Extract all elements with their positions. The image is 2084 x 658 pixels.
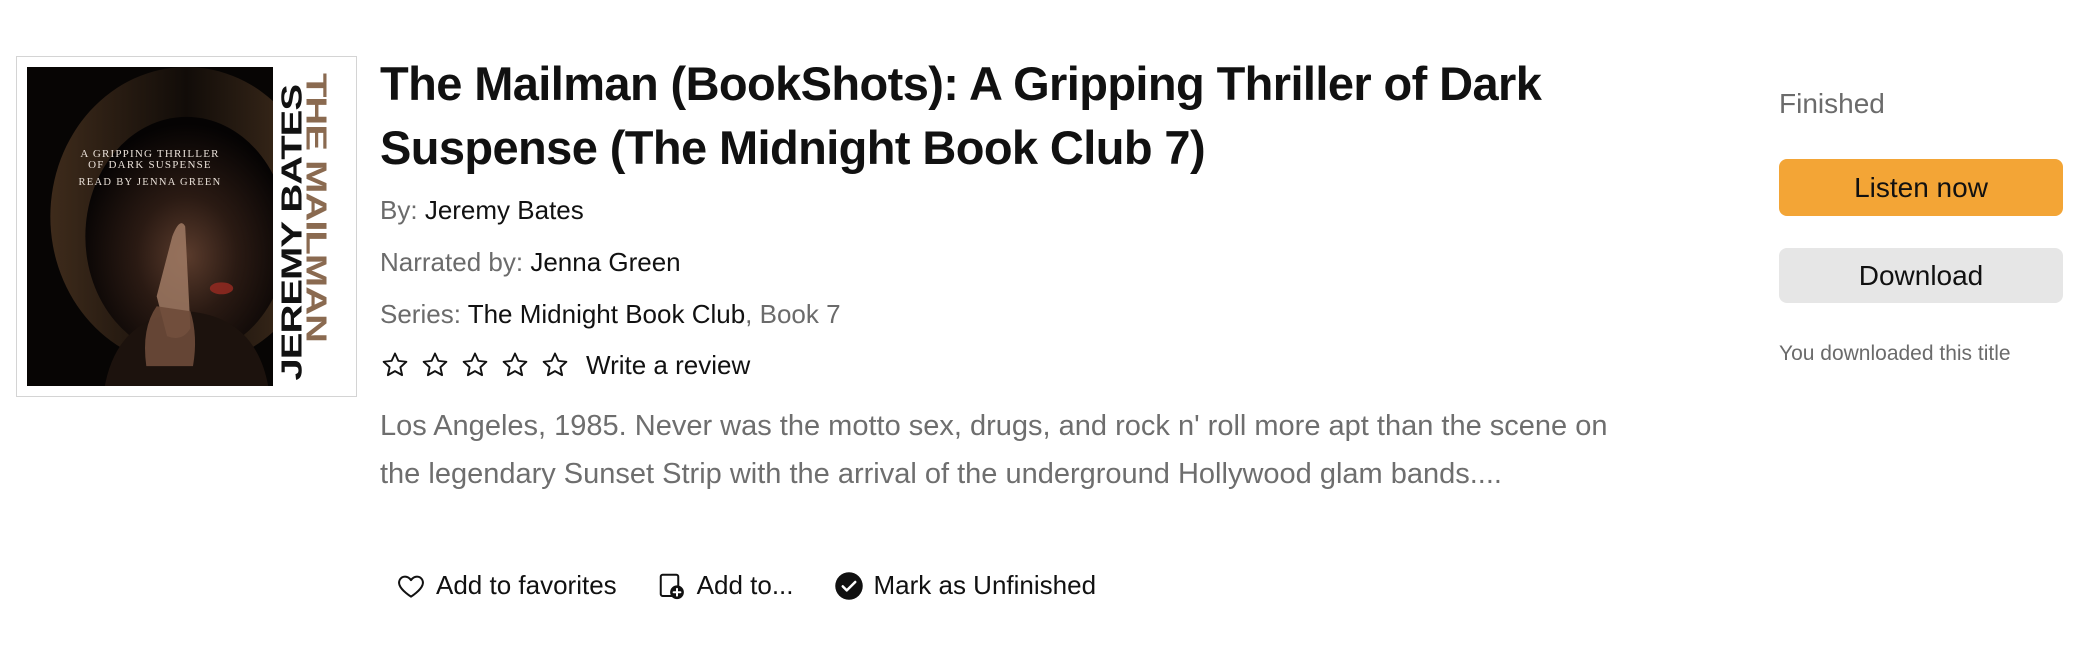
cover-vertical-author: Jeremy Bates [273, 85, 311, 380]
cover-image[interactable]: A Gripping Thriller of Dark Suspense Rea… [16, 56, 357, 397]
mark-as-unfinished-button[interactable]: Mark as Unfinished [834, 570, 1097, 601]
narrator-line: Narrated by: Jenna Green [380, 236, 1610, 288]
book-summary: Los Angeles, 1985. Never was the motto s… [380, 410, 1608, 490]
author-link[interactable]: Jeremy Bates [425, 195, 584, 225]
star-outline-icon[interactable] [460, 350, 490, 380]
series-line: Series: The Midnight Book Club, Book 7 [380, 288, 1610, 340]
add-to-favorites-button[interactable]: Add to favorites [396, 570, 617, 601]
heart-outline-icon [398, 575, 424, 598]
cover-tagline-line2: of Dark Suspense [88, 159, 212, 171]
star-outline-icon[interactable] [500, 350, 530, 380]
add-to-button[interactable]: Add to... [657, 570, 794, 601]
star-outline-icon[interactable] [420, 350, 450, 380]
add-to-favorites-label: Add to favorites [436, 570, 617, 600]
download-button[interactable]: Download [1779, 248, 2063, 303]
cover-vertical-author-text: Jeremy Bates [275, 84, 308, 380]
book-info: The Mailman (BookShots): A Gripping Thri… [380, 52, 1610, 498]
book-row: A Gripping Thriller of Dark Suspense Rea… [0, 0, 2084, 658]
check-circle-icon [834, 571, 863, 600]
mark-as-unfinished-label: Mark as Unfinished [873, 570, 1097, 600]
cover-art: A Gripping Thriller of Dark Suspense Rea… [27, 67, 346, 386]
star-rating [380, 350, 570, 380]
narrator-link[interactable]: Jenna Green [530, 247, 680, 277]
author-label: By: [380, 195, 418, 225]
series-book-number: , Book 7 [745, 299, 841, 329]
write-review-link[interactable]: Write a review [586, 350, 750, 381]
series-label: Series: [380, 299, 461, 329]
cover-tagline: A Gripping Thriller of Dark Suspense [27, 149, 273, 171]
add-to-label: Add to... [696, 570, 794, 600]
listen-now-button[interactable]: Listen now [1779, 159, 2063, 216]
action-bar: Add to favorites Add to... Mark as Unfin… [396, 570, 1136, 601]
cover-narrator: Read by Jenna Green [78, 177, 222, 188]
add-to-library-icon [659, 573, 684, 599]
narrator-label: Narrated by: [380, 247, 524, 277]
star-outline-icon[interactable] [540, 350, 570, 380]
series-link[interactable]: The Midnight Book Club [468, 299, 745, 329]
rating-row: Write a review [380, 340, 1610, 390]
author-line: By: Jeremy Bates [380, 184, 1610, 236]
star-outline-icon[interactable] [380, 350, 410, 380]
book-title[interactable]: The Mailman (BookShots): A Gripping Thri… [380, 52, 1610, 180]
listening-status: Finished [1779, 88, 1885, 119]
downloaded-note: You downloaded this title [1779, 342, 2011, 365]
